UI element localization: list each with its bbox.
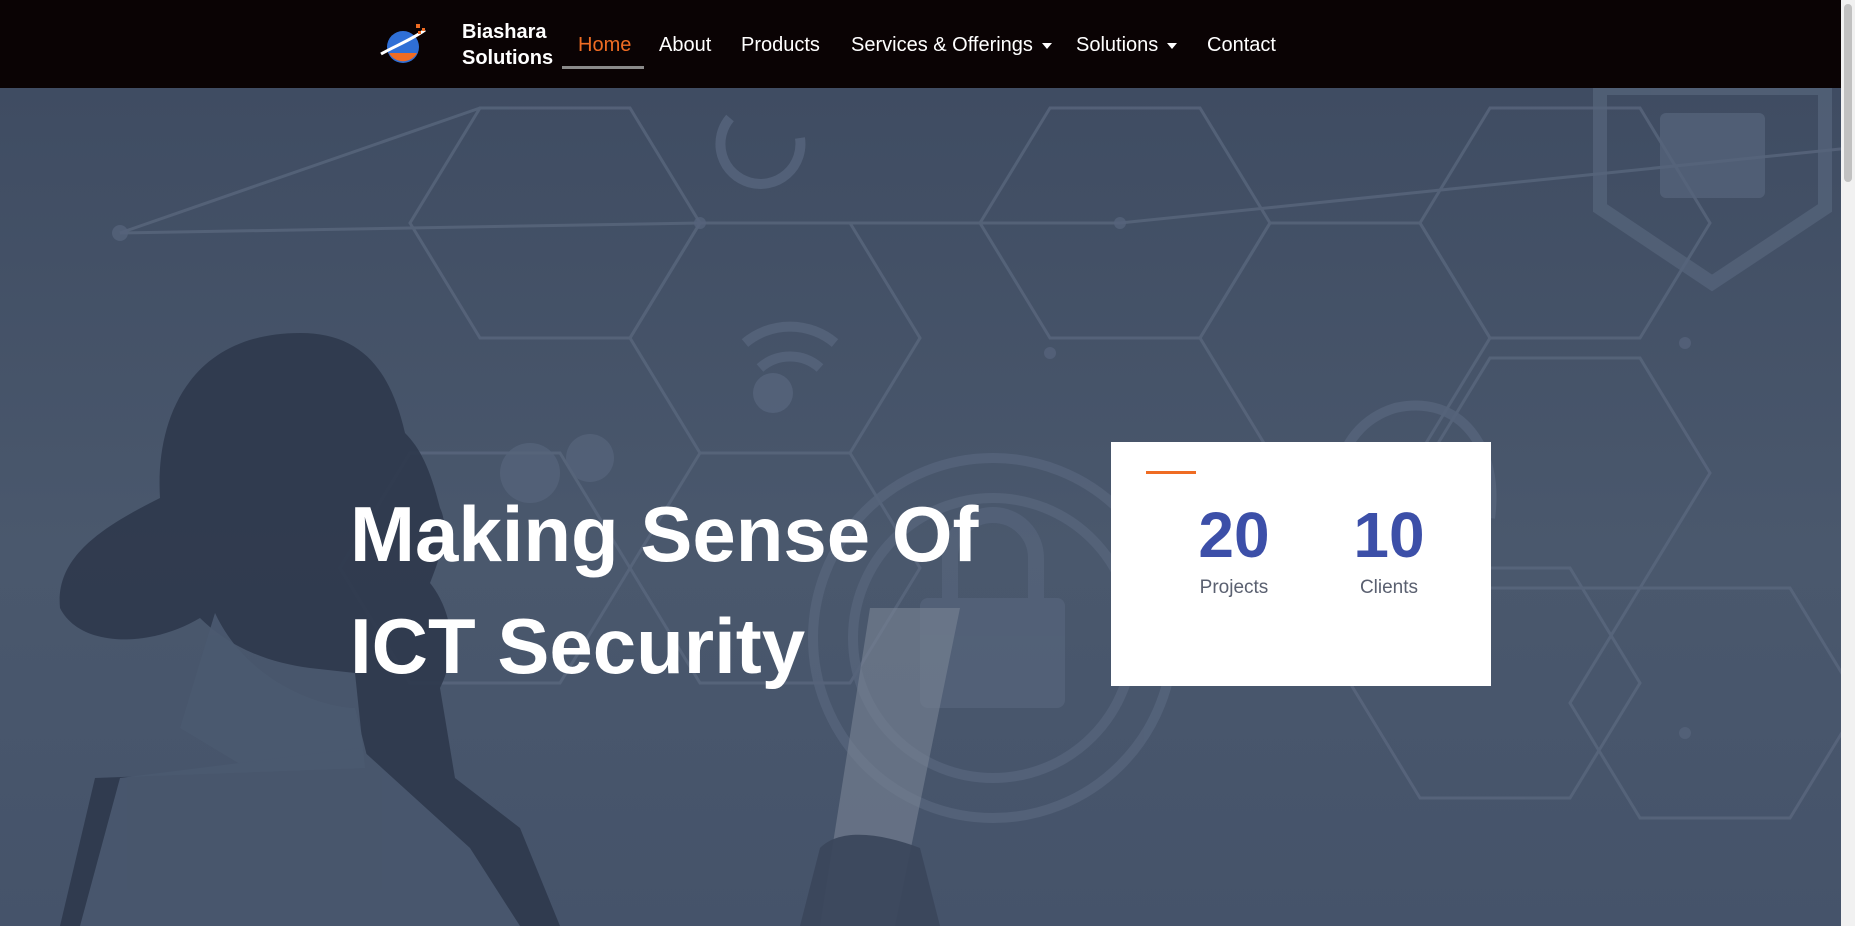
nav-contact-link[interactable]: Contact <box>1207 32 1276 58</box>
stats-card: 20 Projects 10 Clients <box>1111 442 1491 686</box>
brand-name[interactable]: Biashara Solutions <box>462 19 553 71</box>
scrollbar-thumb[interactable] <box>1844 4 1852 182</box>
stat-label: Clients <box>1359 577 1419 598</box>
hero-title-line1: Making Sense Of <box>350 490 979 578</box>
active-nav-underline <box>562 66 644 69</box>
brand-name-line2: Solutions <box>462 47 554 69</box>
nav-solutions-dropdown[interactable]: Solutions <box>1076 32 1178 58</box>
nav-products-link[interactable]: Products <box>741 32 820 58</box>
nav-services-label: Services & Offerings <box>851 34 1033 56</box>
nav-home-link[interactable]: Home <box>578 32 631 58</box>
brand-name-line1: Biashara <box>462 21 547 43</box>
nav-services-dropdown[interactable]: Services & Offerings <box>851 32 1052 58</box>
nav-about-link[interactable]: About <box>659 32 711 58</box>
page-scrollbar[interactable] <box>1841 0 1855 926</box>
planet-logo-icon[interactable] <box>377 20 429 68</box>
hero-title-line2: ICT Security <box>350 602 806 690</box>
top-navbar: Biashara Solutions Home About Products S… <box>0 0 1855 88</box>
stat-value: 10 <box>1353 499 1425 571</box>
caret-down-icon <box>1041 42 1052 49</box>
nav-solutions-label: Solutions <box>1076 34 1159 56</box>
accent-bar <box>1146 471 1196 474</box>
stat-label: Projects <box>1199 577 1269 598</box>
caret-down-icon <box>1167 42 1178 49</box>
hero-title: Making Sense Of ICT Security <box>350 478 1050 702</box>
hero-section: Making Sense Of ICT Security 20 Projects… <box>0 88 1855 926</box>
stat-projects: 20 Projects <box>1164 497 1304 601</box>
stat-clients: 10 Clients <box>1319 497 1459 601</box>
stat-value: 20 <box>1198 499 1270 571</box>
